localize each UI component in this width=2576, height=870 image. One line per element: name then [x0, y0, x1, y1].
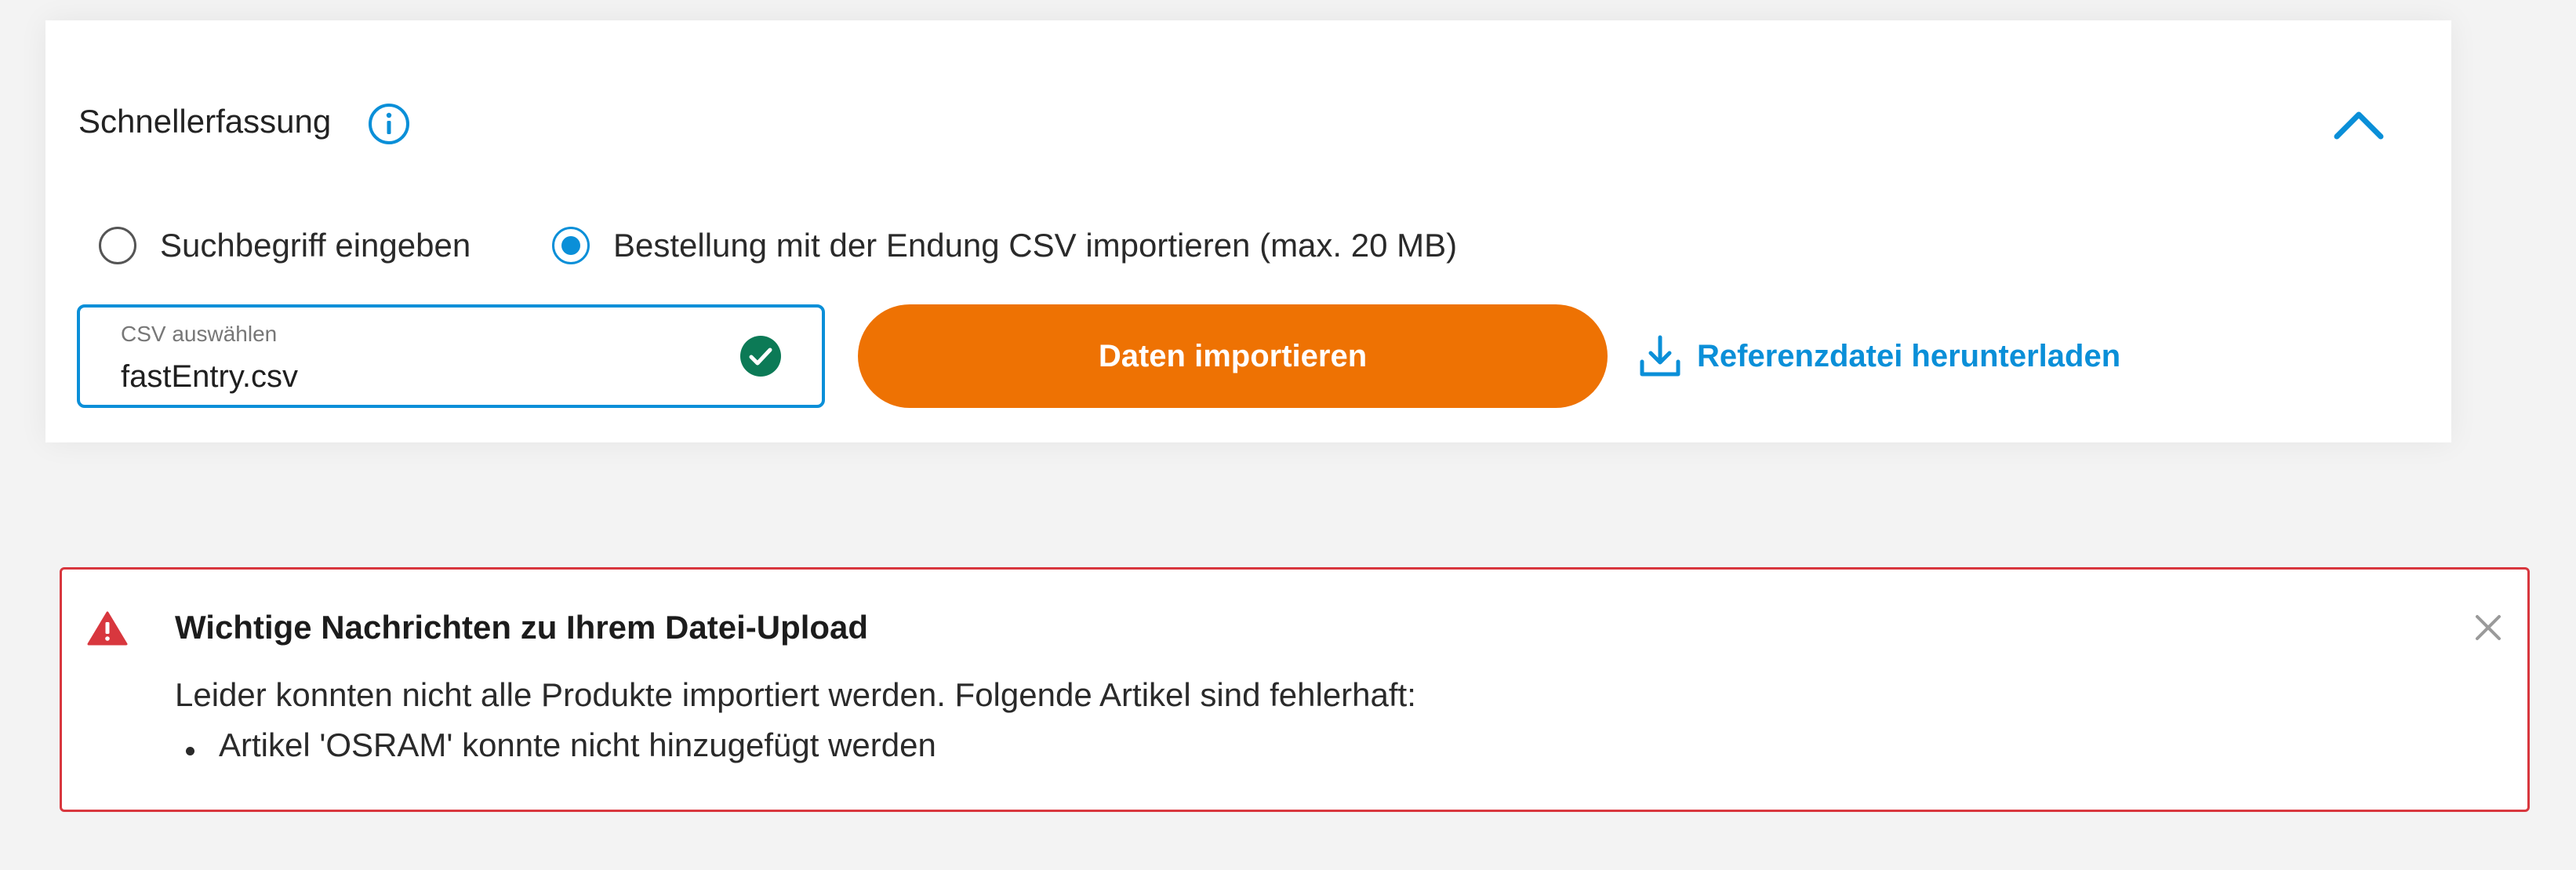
import-data-button[interactable]: Daten importieren: [858, 304, 1608, 408]
download-icon: [1640, 335, 1680, 377]
radio-option-search-term[interactable]: Suchbegriff eingeben: [99, 221, 471, 270]
list-item: Artikel 'OSRAM' konnte nicht hinzugefügt…: [175, 726, 936, 764]
chevron-up-icon[interactable]: [2327, 96, 2390, 154]
alert-title: Wichtige Nachrichten zu Ihrem Datei-Uplo…: [175, 609, 869, 646]
quick-entry-card: Schnellerfassung Suchbegriff eingeben Be…: [45, 20, 2451, 442]
csv-file-name: fastEntry.csv: [121, 359, 298, 394]
quick-entry-title: Schnellerfassung: [78, 103, 332, 140]
alert-error-list: Artikel 'OSRAM' konnte nicht hinzugefügt…: [175, 726, 936, 764]
check-circle-icon: [740, 336, 781, 377]
info-icon[interactable]: [367, 102, 411, 146]
upload-alert: Wichtige Nachrichten zu Ihrem Datei-Uplo…: [60, 567, 2530, 812]
radio-button-csv-import[interactable]: [552, 227, 590, 264]
csv-file-input[interactable]: CSV auswählen fastEntry.csv: [77, 304, 825, 408]
csv-file-input-label: CSV auswählen: [121, 322, 278, 346]
warning-icon: [87, 611, 128, 646]
radio-option-csv-import[interactable]: Bestellung mit der Endung CSV importiere…: [552, 221, 1457, 270]
radio-label-search-term: Suchbegriff eingeben: [160, 227, 471, 264]
close-icon[interactable]: [2465, 604, 2512, 651]
download-link-label: Referenzdatei herunterladen: [1697, 338, 2121, 373]
download-reference-file-link[interactable]: Referenzdatei herunterladen: [1637, 329, 2120, 383]
alert-message: Leider konnten nicht alle Produkte impor…: [175, 676, 1416, 713]
radio-label-csv-import: Bestellung mit der Endung CSV importiere…: [613, 227, 1458, 264]
radio-button-search-term[interactable]: [99, 227, 136, 264]
